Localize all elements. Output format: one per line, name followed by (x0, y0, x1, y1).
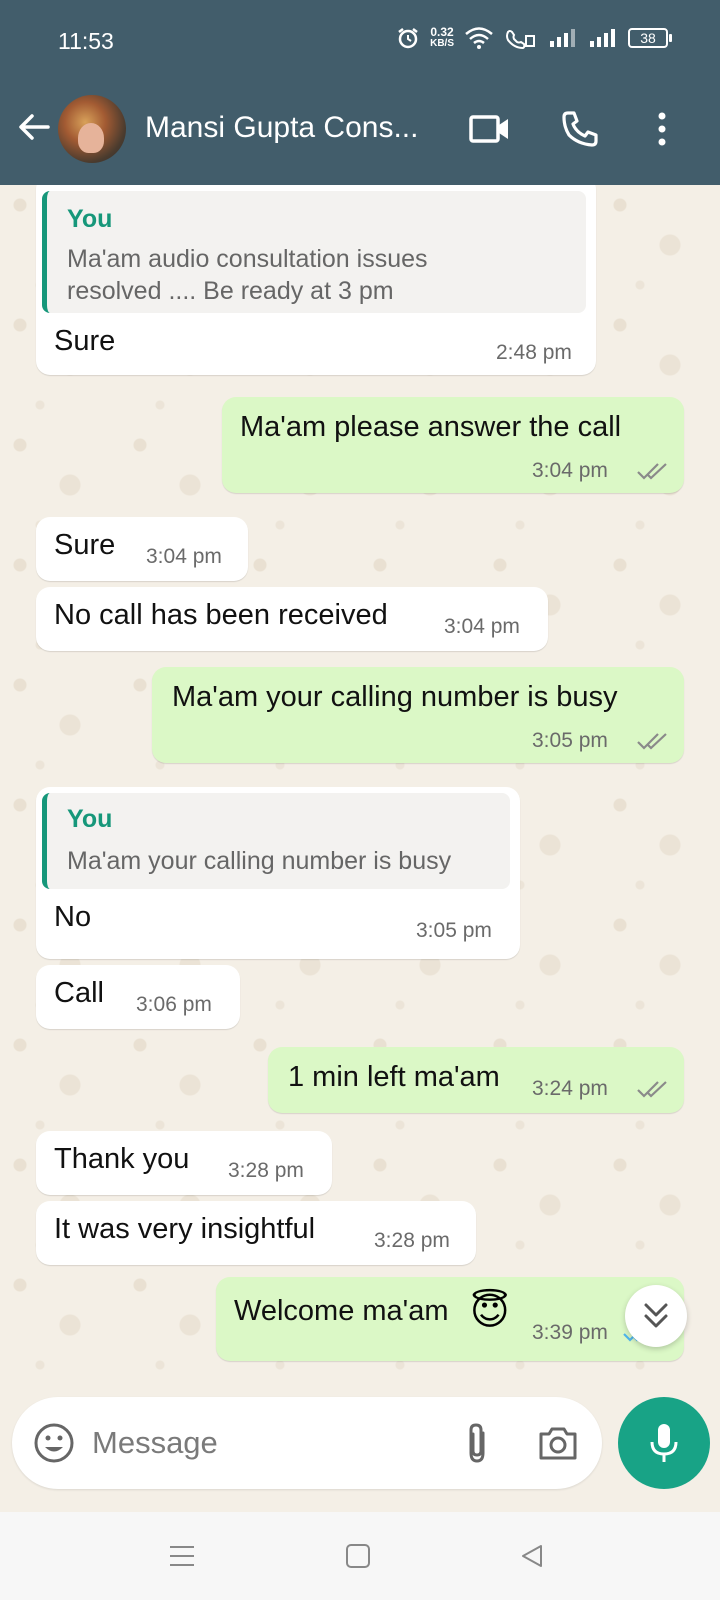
battery-tip (669, 34, 672, 42)
message-time: 3:05 pm (416, 919, 492, 942)
quoted-message[interactable]: You Ma'am your calling number is busy (42, 793, 510, 889)
message-time: 3:28 pm (228, 1159, 304, 1182)
video-camera-icon (469, 115, 508, 143)
message-bubble[interactable]: Ma'am please answer the call 3:04 pm (222, 397, 684, 493)
message-bubble[interactable]: Welcome ma'am 😇 3:39 pm (216, 1277, 684, 1361)
message-time: 3:28 pm (374, 1229, 450, 1252)
message-time: 3:24 pm (532, 1077, 608, 1100)
message-text: Ma'am your calling number is busy (172, 681, 618, 713)
contact-avatar[interactable] (58, 95, 126, 163)
triangle-back-icon (522, 1545, 542, 1567)
contact-name[interactable]: Mansi Gupta Cons... (145, 111, 418, 145)
message-time: 3:04 pm (146, 545, 222, 568)
message-text: No call has been received (54, 599, 388, 631)
voice-call-button[interactable] (556, 105, 604, 153)
read-ticks-icon (637, 1081, 667, 1098)
status-bar: 11:53 0.32 KB/S 38 (0, 0, 720, 80)
message-time: 3:06 pm (136, 993, 212, 1016)
message-bubble[interactable]: You Ma'am audio consultation issues reso… (36, 185, 596, 375)
message-text: It was very insightful (54, 1213, 316, 1245)
square-home-icon (346, 1544, 370, 1568)
microphone-icon (650, 1424, 678, 1462)
wifi-calling-icon (506, 30, 535, 50)
message-input[interactable] (92, 1417, 412, 1469)
more-vertical-icon (658, 112, 666, 146)
wifi-icon (465, 27, 493, 49)
message-bubble[interactable]: Call 3:06 pm (36, 965, 240, 1029)
message-time: 2:48 pm (496, 341, 572, 364)
network-speed: 0.32 KB/S (430, 26, 454, 50)
back-button[interactable] (14, 107, 54, 147)
message-bubble[interactable]: Ma'am your calling number is busy 3:05 p… (152, 667, 684, 763)
network-speed-value: 0.32 (430, 25, 454, 39)
voice-message-button[interactable] (618, 1397, 710, 1489)
message-time: 3:04 pm (532, 459, 608, 482)
message-text: 1 min left ma'am (288, 1061, 500, 1093)
signal-icon-2 (590, 29, 615, 47)
chat-area[interactable]: You Ma'am audio consultation issues reso… (0, 185, 720, 1380)
quoted-message[interactable]: You Ma'am audio consultation issues reso… (42, 191, 586, 313)
message-composer (12, 1397, 602, 1489)
read-ticks-icon (637, 733, 667, 750)
message-text: Thank you (54, 1143, 190, 1175)
alarm-icon (398, 28, 418, 49)
battery-indicator: 38 (628, 28, 672, 48)
signal-icon-1 (550, 29, 575, 47)
status-icons: 0.32 KB/S 38 (396, 26, 672, 50)
chat-header: 11:53 0.32 KB/S 38 Mansi Gupta Cons... (0, 0, 720, 185)
battery-level: 38 (628, 28, 668, 48)
message-bubble[interactable]: It was very insightful 3:28 pm (36, 1201, 476, 1265)
quote-author: You (67, 205, 113, 233)
message-bubble[interactable]: 1 min left ma'am 3:24 pm (268, 1047, 684, 1113)
toolbar: Mansi Gupta Cons... (0, 85, 720, 180)
attach-button[interactable] (452, 1417, 502, 1469)
emoji-button[interactable] (30, 1419, 78, 1467)
message-bubble[interactable]: You Ma'am your calling number is busy No… (36, 787, 520, 959)
message-bubble[interactable]: No call has been received 3:04 pm (36, 587, 548, 651)
message-time: 3:04 pm (444, 615, 520, 638)
message-bubble[interactable]: Sure 3:04 pm (36, 517, 248, 581)
status-time: 11:53 (58, 28, 114, 54)
back-arrow-icon (19, 114, 50, 140)
menu-lines-icon (170, 1546, 194, 1566)
quote-author: You (67, 805, 113, 833)
more-options-button[interactable] (638, 105, 686, 153)
phone-icon (562, 111, 598, 147)
message-bubble[interactable]: Thank you 3:28 pm (36, 1131, 332, 1195)
scroll-to-bottom-button[interactable] (625, 1285, 687, 1347)
network-speed-unit: KB/S (430, 38, 454, 49)
quote-text-line: resolved .... Be ready at 3 pm (67, 277, 394, 305)
quote-text-line: Ma'am your calling number is busy (67, 847, 452, 875)
message-text: Call (54, 977, 104, 1009)
recent-apps-button[interactable] (160, 1534, 204, 1578)
message-time: 3:39 pm (532, 1321, 608, 1344)
message-text: Welcome ma'am (234, 1295, 449, 1327)
emoji-icon (34, 1423, 74, 1463)
message-text: Ma'am please answer the call (240, 411, 622, 443)
message-text: Sure (54, 325, 116, 357)
angel-emoji: 😇 (470, 1291, 510, 1333)
avatar-face (78, 123, 104, 153)
quote-text-line: Ma'am audio consultation issues (67, 245, 428, 273)
double-chevron-down-icon (644, 1303, 668, 1328)
message-text: Sure (54, 529, 116, 561)
read-ticks-icon (637, 463, 667, 480)
message-text: No (54, 901, 92, 933)
camera-button[interactable] (532, 1417, 584, 1469)
video-call-button[interactable] (466, 105, 514, 153)
camera-icon (539, 1427, 577, 1460)
home-button[interactable] (336, 1534, 380, 1578)
system-navigation-bar (0, 1512, 720, 1600)
nav-back-button[interactable] (510, 1534, 554, 1578)
message-time: 3:05 pm (532, 729, 608, 752)
paperclip-icon (469, 1423, 485, 1463)
